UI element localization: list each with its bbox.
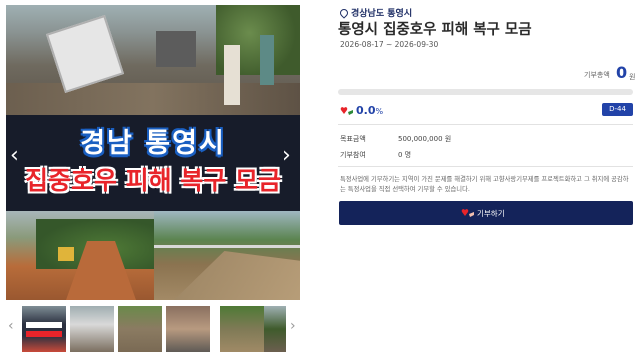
thumbnail-banner-red	[26, 331, 62, 337]
campaign-image: 경남 통영시 집중호우 피해 복구 모금 ‹ ›	[6, 5, 300, 300]
progress-percent: 0.0%	[356, 104, 383, 117]
map-pin-icon	[338, 7, 350, 19]
heart-hand-icon	[340, 107, 353, 115]
thumbnail-banner-white	[26, 322, 62, 328]
amount-label: 기부총액	[584, 71, 610, 79]
gallery-next-button[interactable]: ›	[282, 143, 291, 168]
thumbnail[interactable]	[166, 306, 210, 352]
amount-value: 0	[616, 63, 628, 82]
campaign-banner: 경남 통영시 집중호우 피해 복구 모금	[6, 115, 300, 211]
divider	[338, 124, 633, 125]
flood-photo-landslide	[6, 211, 154, 300]
banner-title: 경남 통영시	[80, 128, 226, 159]
goal-label: 목표금액	[340, 135, 366, 143]
thumbnail-prev-button[interactable]: ‹	[8, 318, 14, 334]
worker	[260, 35, 274, 85]
donate-button[interactable]: 기부하기	[339, 201, 633, 225]
flood-photo-river	[154, 211, 300, 300]
page-title: 통영시 집중호우 피해 복구 모금	[338, 22, 532, 38]
flood-photo-street	[6, 5, 300, 115]
campaign-panel: 경상남도 통영시 통영시 집중호우 피해 복구 모금 2026-08-17 ~ …	[338, 0, 636, 362]
amount-unit: 원	[629, 73, 636, 81]
thumbnail[interactable]	[70, 306, 114, 352]
campaign-period: 2026-08-17 ~ 2026-09-30	[340, 40, 439, 49]
percent-unit: %	[375, 107, 384, 116]
participants-value: 0 명	[398, 151, 412, 159]
guardrail	[154, 245, 300, 248]
donate-button-label: 기부하기	[477, 209, 505, 218]
percent-value: 0.0	[356, 104, 376, 117]
thumbnail-strip: ‹ ›	[0, 302, 306, 358]
thumbnail[interactable]	[22, 306, 66, 352]
heart-hand-icon	[461, 209, 474, 217]
mud	[6, 83, 300, 115]
divider	[338, 166, 633, 167]
excavator	[58, 247, 74, 261]
participants-label: 기부참여	[340, 151, 366, 159]
thumbnail[interactable]	[264, 306, 286, 352]
thumbnail-next-button[interactable]: ›	[290, 318, 296, 334]
gallery-prev-button[interactable]: ‹	[10, 143, 19, 168]
banner-subtitle: 집중호우 피해 복구 모금	[24, 166, 282, 195]
dday-badge: D-44	[602, 103, 633, 116]
campaign-description: 특정사업에 기부하기는 지역이 가진 문제를 해결하기 위해 고향사랑기부제를 …	[340, 176, 629, 193]
worker	[224, 45, 240, 105]
muddy-river	[174, 251, 300, 300]
progress-bar	[338, 89, 633, 95]
dump-truck	[156, 31, 196, 67]
overturned-truck	[45, 14, 125, 94]
thumbnail[interactable]	[118, 306, 162, 352]
thumbnail[interactable]	[220, 306, 264, 352]
goal-value: 500,000,000 원	[398, 135, 452, 143]
